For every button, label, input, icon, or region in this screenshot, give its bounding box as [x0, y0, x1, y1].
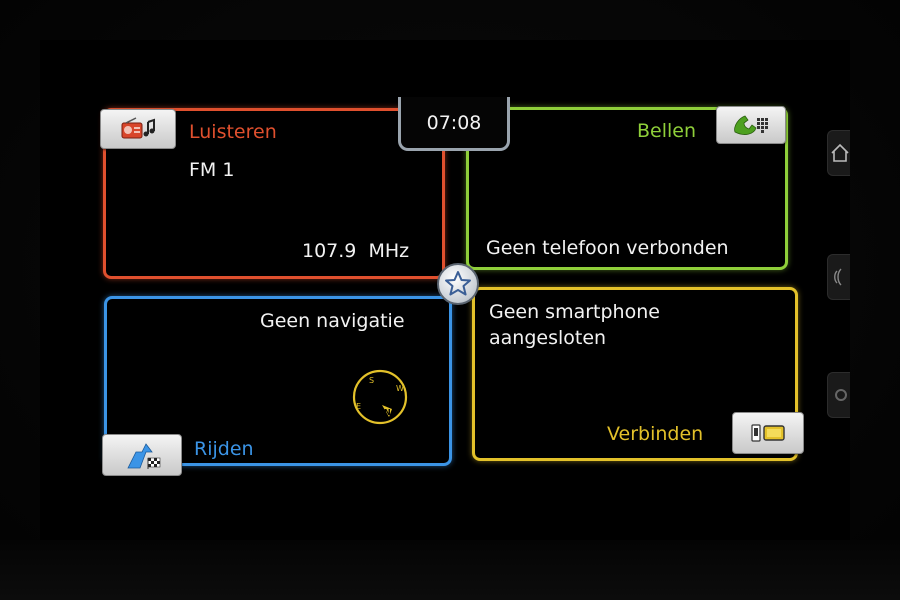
settings-icon [835, 389, 847, 401]
phone-keypad-icon[interactable] [716, 106, 786, 144]
navigation-flag-icon[interactable] [102, 434, 182, 476]
radio-frequency: 107.9 MHz [302, 240, 410, 262]
tile-call-title: Bellen [637, 120, 697, 142]
settings-button[interactable] [827, 372, 850, 418]
bottom-bezel [0, 540, 900, 600]
home-button[interactable] [827, 130, 850, 176]
svg-text:S: S [369, 376, 374, 385]
home-icon [831, 143, 849, 162]
smartphone-connect-icon[interactable] [732, 412, 804, 454]
voice-icon [834, 268, 842, 286]
clock-time: 07:08 [426, 111, 482, 134]
navigation-status: Geen navigatie [260, 310, 405, 332]
compass-icon: S W E N [351, 369, 409, 429]
radio-source: FM 1 [189, 159, 235, 181]
favorite-button[interactable] [437, 263, 479, 305]
svg-text:N: N [384, 408, 391, 417]
svg-text:E: E [356, 402, 361, 411]
tile-drive-title: Rijden [194, 438, 254, 460]
smartphone-status-line1: Geen smartphone [489, 301, 660, 323]
star-icon [445, 271, 471, 296]
tile-listen-title: Luisteren [189, 121, 277, 143]
radio-music-icon[interactable] [100, 109, 176, 149]
smartphone-status-line2: aangesloten [489, 327, 607, 349]
tile-connect-title: Verbinden [607, 423, 704, 445]
clock: 07:08 [398, 97, 510, 151]
voice-button[interactable] [827, 254, 850, 300]
phone-status: Geen telefoon verbonden [486, 237, 729, 259]
svg-text:W: W [396, 384, 404, 393]
